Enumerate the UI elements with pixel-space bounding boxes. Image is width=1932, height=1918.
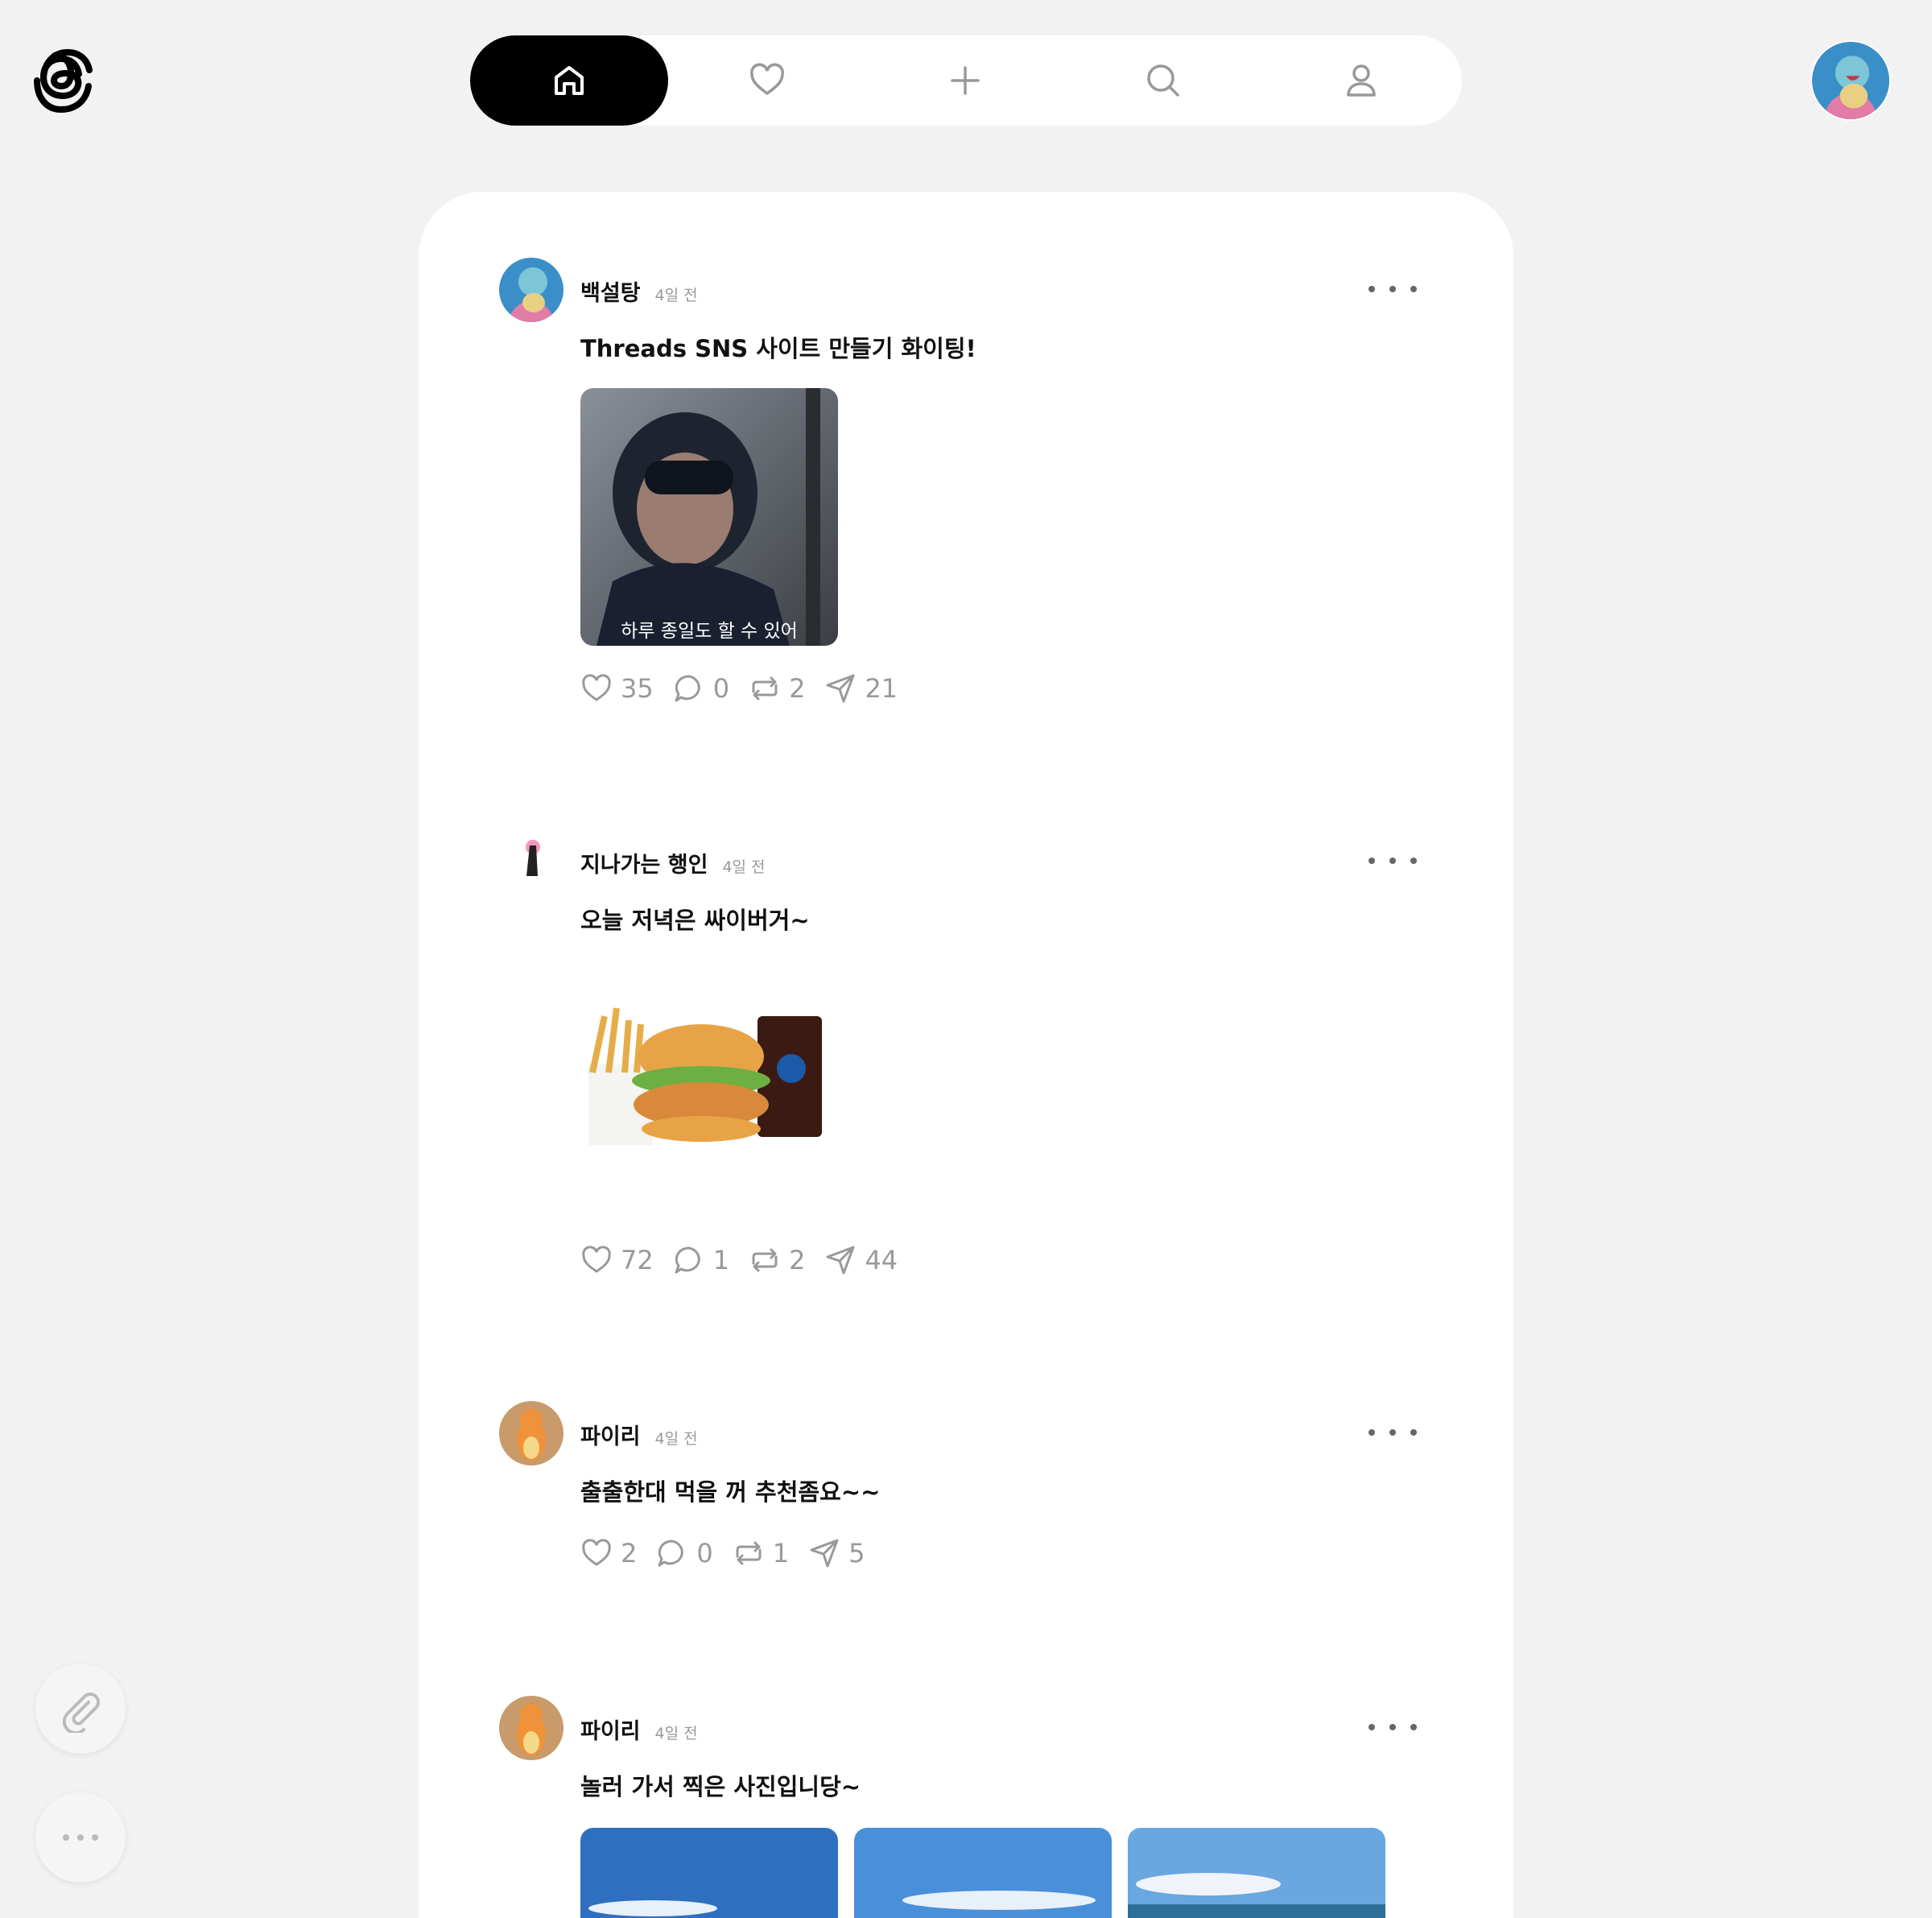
author-avatar[interactable]: [499, 1696, 564, 1760]
comment-count: 0: [712, 673, 730, 704]
share-button[interactable]: 5: [808, 1537, 865, 1569]
nav-create[interactable]: [866, 35, 1064, 126]
send-icon: [810, 1539, 839, 1568]
heart-icon: [582, 674, 611, 701]
sea-image: [1128, 1828, 1385, 1918]
post-text: Threads SNS 사이트 만들기 화이팅!: [580, 335, 976, 362]
send-icon: [826, 1246, 855, 1275]
feed-panel: 백설탕 4일 전 Threads SNS 사이트 만들기 화이팅! 하루 종일도 …: [419, 192, 1513, 1918]
gallery-image[interactable]: [854, 1828, 1112, 1918]
post-actions: 72 1 2 44: [580, 1240, 1433, 1280]
heart-icon: [582, 1246, 611, 1273]
comment-button[interactable]: 1: [673, 1244, 729, 1276]
share-count: 21: [865, 673, 898, 704]
post: 백설탕 4일 전 Threads SNS 사이트 만들기 화이팅! 하루 종일도 …: [499, 258, 1433, 709]
nav-search[interactable]: [1064, 35, 1262, 126]
author-name[interactable]: 지나가는 행인 4일 전: [580, 847, 766, 878]
user-avatar[interactable]: [1810, 40, 1891, 121]
post-text: 출출한대 먹을 꺼 추천좀요~~: [580, 1478, 881, 1506]
more-options-button[interactable]: [1368, 277, 1417, 301]
author-name[interactable]: 백설탕 4일 전: [580, 275, 698, 307]
image-gallery: [580, 1828, 1433, 1918]
like-count: 2: [621, 1538, 638, 1569]
nav-home[interactable]: [470, 35, 668, 126]
repost-button[interactable]: 2: [749, 672, 805, 705]
comment-icon: [675, 675, 700, 702]
paperclip-icon: [62, 1693, 100, 1733]
sky-image: [854, 1828, 1112, 1918]
heart-icon: [582, 1539, 611, 1566]
like-count: 35: [621, 673, 654, 704]
repost-icon: [752, 676, 778, 701]
post-actions: 2 0 1 5: [580, 1533, 1433, 1573]
silhouette-avatar-icon: [499, 829, 564, 894]
post: 파이리 4일 전 놀러 가서 찍은 사진입니당~: [499, 1696, 1433, 1918]
author-avatar[interactable]: [499, 258, 564, 322]
repost-count: 1: [772, 1538, 790, 1569]
threads-logo-icon[interactable]: [29, 42, 98, 118]
more-menu-button[interactable]: [35, 1792, 126, 1883]
post-actions: 35 0 2 21: [580, 668, 1433, 709]
repost-count: 2: [789, 1245, 806, 1275]
sky-image: [580, 1828, 838, 1918]
share-count: 5: [848, 1538, 865, 1569]
plus-icon: [951, 66, 980, 95]
author-avatar[interactable]: [499, 1401, 564, 1465]
captain-image: [580, 388, 838, 646]
like-button[interactable]: 72: [580, 1244, 654, 1276]
gallery-image[interactable]: [1128, 1828, 1385, 1918]
post-image[interactable]: [580, 960, 838, 1217]
repost-icon: [736, 1541, 762, 1565]
like-count: 72: [621, 1245, 654, 1275]
more-options-button[interactable]: [1368, 1420, 1417, 1445]
like-button[interactable]: 2: [580, 1537, 637, 1569]
search-icon: [1147, 64, 1179, 97]
post-text: 놀러 가서 찍은 사진입니당~: [580, 1773, 861, 1800]
post-time: 4일 전: [654, 1725, 698, 1742]
squirtle-avatar-icon: [499, 258, 564, 322]
post-text: 오늘 저녁은 싸이버거~: [580, 907, 810, 934]
ellipsis-icon: [63, 1834, 98, 1841]
repost-button[interactable]: 2: [749, 1244, 805, 1276]
like-button[interactable]: 35: [580, 672, 654, 705]
post-time: 4일 전: [722, 858, 766, 876]
comment-icon: [658, 1540, 684, 1567]
profile-icon: [1347, 64, 1376, 97]
post: 파이리 4일 전 출출한대 먹을 꺼 추천좀요~~ 2 0 1 5: [499, 1401, 1433, 1573]
comment-icon: [675, 1246, 700, 1274]
comment-button[interactable]: 0: [673, 672, 729, 705]
comment-button[interactable]: 0: [656, 1537, 713, 1569]
attachment-button[interactable]: [35, 1664, 126, 1754]
post-time: 4일 전: [654, 1430, 698, 1448]
comment-count: 1: [712, 1245, 730, 1275]
more-options-button[interactable]: [1368, 849, 1417, 873]
repost-icon: [752, 1248, 778, 1272]
post-image[interactable]: 하루 종일도 할 수 있어: [580, 388, 838, 646]
nav-activity[interactable]: [668, 35, 866, 126]
charmander-avatar-icon: [499, 1401, 564, 1465]
comment-count: 0: [696, 1538, 713, 1569]
author-name[interactable]: 파이리 4일 전: [580, 1419, 698, 1450]
home-icon: [555, 66, 584, 95]
more-options-button[interactable]: [1368, 1715, 1417, 1739]
image-caption: 하루 종일도 할 수 있어: [621, 621, 798, 642]
repost-button[interactable]: 1: [733, 1537, 789, 1569]
share-button[interactable]: 44: [824, 1244, 898, 1276]
share-count: 44: [865, 1245, 898, 1275]
gallery-image[interactable]: [580, 1828, 838, 1918]
send-icon: [826, 674, 855, 703]
burger-set-image: [580, 960, 838, 1217]
repost-count: 2: [789, 673, 806, 704]
charmander-avatar-icon: [499, 1696, 564, 1760]
nav-profile[interactable]: [1262, 35, 1460, 126]
heart-icon: [750, 63, 784, 96]
share-button[interactable]: 21: [824, 672, 898, 705]
author-avatar[interactable]: [499, 829, 564, 894]
post-time: 4일 전: [654, 287, 698, 304]
squirtle-avatar-icon: [1812, 42, 1889, 119]
author-name[interactable]: 파이리 4일 전: [580, 1713, 698, 1745]
top-navigation: [470, 35, 1462, 126]
post: 지나가는 행인 4일 전 오늘 저녁은 싸이버거~ 72 1 2 44: [499, 829, 1433, 1280]
